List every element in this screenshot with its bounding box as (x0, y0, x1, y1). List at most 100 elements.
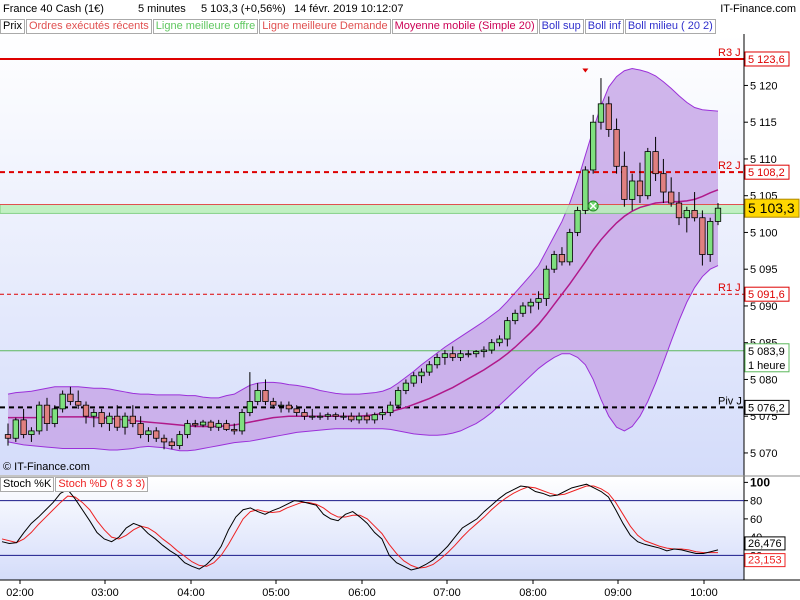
pivot-label: Piv J (718, 395, 742, 407)
candle-body (621, 165, 628, 200)
candle-body (519, 305, 527, 314)
candle-body (28, 430, 35, 435)
candle-body (316, 415, 324, 418)
price-tick-label: 5 080 (750, 374, 778, 386)
candle-body (629, 180, 636, 200)
candle-body (543, 268, 550, 300)
candle-body (238, 412, 246, 432)
candle-body (480, 349, 488, 352)
candle-body (379, 412, 386, 416)
r1-value-tag: 5 091,6 (748, 289, 785, 301)
time-tick-label: 04:00 (177, 587, 205, 599)
candle-body (613, 129, 620, 167)
hour-level-value: 5 083,9 (748, 346, 785, 358)
candle-body (301, 412, 308, 417)
candle-body (512, 312, 519, 322)
candle-body (129, 415, 136, 424)
current-price-tag: 5 103,3 (748, 200, 795, 216)
candle-body (488, 342, 495, 351)
candle-body (441, 353, 449, 358)
candle-body (160, 437, 168, 443)
candle-body (106, 415, 113, 424)
candle-body (433, 356, 441, 366)
watermark: © IT-Finance.com (3, 461, 90, 473)
r2-value-tag: 5 108,2 (748, 167, 785, 179)
candle-body (707, 221, 714, 255)
candle-body (215, 423, 222, 428)
candle-body (75, 401, 82, 406)
candle-body (394, 390, 402, 406)
stoch-tick-label: 80 (750, 496, 762, 508)
stoch-tick-label: 100 (750, 475, 770, 489)
candle-body (683, 209, 690, 219)
candle-body (168, 441, 175, 446)
candle-body (597, 103, 605, 123)
candle-body (4, 434, 12, 439)
candle-body (246, 401, 253, 413)
legend-stoch-d[interactable]: Stoch %D ( 8 3 3) (55, 477, 149, 492)
candle-body (176, 434, 183, 447)
candle-body (574, 209, 581, 233)
candle-body (348, 415, 355, 421)
price-tick-label: 5 110 (750, 154, 777, 166)
candle-body (465, 353, 472, 356)
candle-body (660, 173, 667, 193)
candle-body (137, 423, 144, 435)
candle-body (426, 364, 433, 373)
candle-body (324, 414, 332, 417)
candle-body (566, 232, 573, 263)
candle-body (644, 151, 651, 197)
candle-body (418, 371, 425, 377)
time-tick-label: 03:00 (91, 587, 119, 599)
candle-body (82, 404, 90, 417)
r3-value-tag: 5 123,6 (748, 54, 785, 66)
candle-body (473, 351, 480, 355)
r2-label: R2 J (718, 160, 741, 172)
time-tick-label: 08:00 (519, 587, 547, 599)
hour-level-label: 1 heure (748, 360, 785, 372)
candle-body (121, 415, 129, 428)
candle-body (293, 408, 300, 413)
candle-body (636, 180, 644, 197)
legend-stoch-k[interactable]: Stoch %K (0, 477, 55, 492)
candle-body (145, 430, 152, 435)
candle-body (558, 254, 566, 263)
stoch-legend: Stoch %K Stoch %D ( 8 3 3) (0, 477, 149, 492)
candle-body (340, 415, 347, 418)
candle-body (714, 207, 722, 222)
candle-body (332, 414, 339, 417)
stoch-tick-label: 60 (750, 514, 762, 526)
candle-body (270, 401, 277, 406)
candle-body (277, 404, 285, 407)
candle-body (590, 121, 597, 171)
candle-body (504, 320, 511, 340)
candle-body (535, 298, 542, 303)
candle-body (457, 353, 464, 358)
time-tick-label: 07:00 (433, 587, 461, 599)
candle-body (691, 209, 698, 219)
candle-body (223, 423, 230, 430)
candle-body (402, 382, 410, 391)
candle-body (20, 419, 27, 435)
price-tick-label: 5 070 (750, 448, 778, 460)
candle-body (262, 390, 269, 402)
candle-body (668, 191, 675, 204)
candle-body (605, 103, 612, 130)
price-tick-label: 5 115 (750, 117, 777, 129)
time-tick-label: 09:00 (604, 587, 632, 599)
candle-body (67, 393, 74, 402)
candle-body (207, 421, 214, 428)
pivot-value-tag: 5 076,2 (748, 402, 785, 414)
candle-body (114, 415, 121, 428)
price-tick-label: 5 090 (750, 301, 778, 313)
candle-body (90, 412, 97, 417)
stoch-k-value: 26,476 (748, 538, 782, 550)
r3-label: R3 J (718, 47, 741, 59)
candle-body (153, 430, 160, 439)
candle-body (231, 429, 238, 432)
candle-body (527, 301, 534, 307)
candle-body (355, 415, 363, 421)
price-chart-svg: 5 0705 0755 0805 0855 0905 0955 1005 105… (0, 34, 800, 599)
candle-body (582, 169, 589, 211)
candle-body (51, 408, 58, 424)
